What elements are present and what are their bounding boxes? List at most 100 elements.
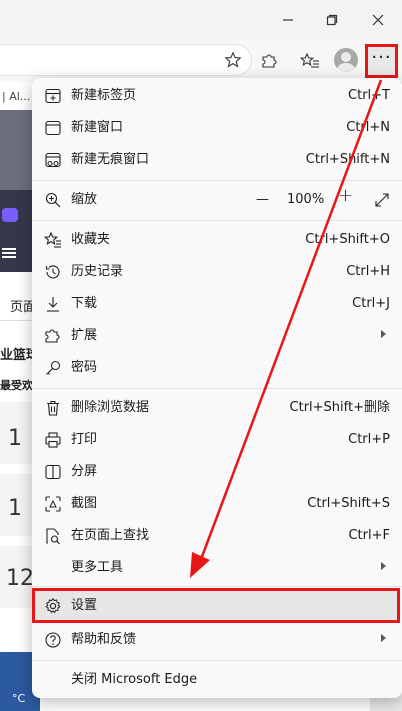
key-icon [44, 359, 62, 377]
score-value: 1 [8, 426, 22, 451]
menu-shortcut: Ctrl+P [348, 432, 390, 447]
profile-avatar[interactable] [334, 48, 358, 72]
trash-icon [44, 399, 62, 417]
star-add-icon [224, 51, 242, 68]
menu-zoom: 缩放 — 100% + [32, 184, 402, 216]
page-subheading: 最受欢 [0, 379, 33, 392]
menu-history[interactable]: 历史记录 Ctrl+H [32, 256, 402, 288]
screenshot-icon [44, 495, 62, 513]
zoom-out-button[interactable]: — [256, 192, 269, 208]
score-value: 12 [6, 566, 34, 591]
tab-fragment: | Al... [2, 90, 31, 103]
printer-icon [44, 431, 62, 449]
settings-and-more-menu: 新建标签页 Ctrl+T 新建窗口 Ctrl+N 新建无痕窗口 Ctrl+Shi… [32, 78, 402, 698]
menu-label: 密码 [71, 360, 98, 375]
download-icon [44, 295, 62, 313]
favorites-icon [44, 231, 62, 249]
menu-label: 关闭 Microsoft Edge [71, 672, 198, 687]
menu-shortcut: Ctrl+Shift+O [305, 232, 390, 247]
menu-more-tools[interactable]: 更多工具 [32, 552, 402, 584]
favorite-star-button[interactable] [218, 45, 248, 75]
menu-shortcut: Ctrl+Shift+S [307, 496, 390, 511]
chevron-right-icon [381, 562, 386, 570]
hamburger-icon[interactable] [2, 248, 16, 250]
find-in-page-icon [44, 527, 62, 545]
menu-label: 帮助和反馈 [71, 632, 137, 647]
menu-separator [32, 220, 402, 221]
restore-button[interactable] [310, 4, 354, 36]
inprivate-icon [44, 151, 62, 169]
close-icon [372, 14, 384, 26]
more-icon: ··· [371, 47, 392, 68]
menu-split-screen[interactable]: 分屏 [32, 456, 402, 488]
minimize-icon [283, 19, 293, 21]
menu-label: 新建标签页 [71, 88, 137, 103]
menu-settings[interactable]: 设置 [32, 590, 402, 622]
menu-shortcut: Ctrl+T [348, 88, 390, 103]
chevron-right-icon [381, 634, 386, 642]
temperature: °C [12, 692, 26, 705]
menu-separator [32, 586, 402, 587]
close-window-button[interactable] [356, 4, 400, 36]
minimize-button[interactable] [266, 4, 310, 36]
menu-new-inprivate[interactable]: 新建无痕窗口 Ctrl+Shift+N [32, 144, 402, 176]
menu-separator [32, 388, 402, 389]
menu-shortcut: Ctrl+F [348, 528, 390, 543]
menu-passwords[interactable]: 密码 [32, 352, 402, 384]
score-value: 1 [8, 496, 22, 521]
puzzle-icon [262, 54, 277, 68]
menu-new-tab[interactable]: 新建标签页 Ctrl+T [32, 80, 402, 112]
menu-label: 分屏 [71, 464, 98, 479]
menu-label: 在页面上查找 [71, 528, 150, 543]
menu-label: 历史记录 [71, 264, 124, 279]
help-icon [44, 631, 62, 649]
favorites-list-icon [300, 52, 319, 68]
menu-find-on-page[interactable]: 在页面上查找 Ctrl+F [32, 520, 402, 552]
fullscreen-button[interactable] [374, 192, 390, 208]
menu-help-feedback[interactable]: 帮助和反馈 [32, 624, 402, 656]
zoom-in-button[interactable]: + [338, 187, 353, 205]
settings-and-more-button[interactable]: ··· [365, 44, 398, 78]
restore-icon [326, 14, 338, 26]
history-icon [44, 263, 62, 281]
menu-separator [32, 180, 402, 181]
menu-label: 更多工具 [71, 560, 124, 575]
menu-shortcut: Ctrl+Shift+删除 [289, 400, 390, 415]
menu-shortcut: Ctrl+Shift+N [305, 152, 390, 167]
menu-label: 设置 [71, 598, 98, 613]
menu-clear-browsing-data[interactable]: 删除浏览数据 Ctrl+Shift+删除 [32, 392, 402, 424]
menu-new-window[interactable]: 新建窗口 Ctrl+N [32, 112, 402, 144]
menu-label: 新建无痕窗口 [71, 152, 150, 167]
extensions-button[interactable] [254, 46, 284, 76]
menu-shortcut: Ctrl+J [352, 296, 390, 311]
menu-label: 删除浏览数据 [71, 400, 150, 415]
favorites-button[interactable] [295, 46, 325, 76]
menu-label: 缩放 [71, 192, 98, 207]
address-bar[interactable] [0, 44, 252, 76]
new-tab-icon [44, 87, 62, 105]
menu-extensions[interactable]: 扩展 [32, 320, 402, 352]
gamepad-icon [2, 208, 18, 222]
menu-label: 下载 [71, 296, 98, 311]
chevron-right-icon [381, 330, 386, 338]
menu-label: 打印 [71, 432, 98, 447]
puzzle-icon [44, 327, 62, 345]
menu-shortcut: Ctrl+H [346, 264, 390, 279]
fullscreen-icon [375, 193, 389, 207]
menu-screenshot[interactable]: 截图 Ctrl+Shift+S [32, 488, 402, 520]
split-screen-icon [44, 463, 62, 481]
menu-downloads[interactable]: 下载 Ctrl+J [32, 288, 402, 320]
menu-favorites[interactable]: 收藏夹 Ctrl+Shift+O [32, 224, 402, 256]
zoom-icon [44, 191, 62, 209]
menu-label: 收藏夹 [71, 232, 111, 247]
menu-label: 扩展 [71, 328, 98, 343]
menu-shortcut: Ctrl+N [346, 120, 390, 135]
menu-separator [32, 660, 402, 661]
title-bar [0, 0, 402, 40]
gear-icon [44, 597, 62, 615]
new-window-icon [44, 119, 62, 137]
zoom-level: 100% [287, 192, 325, 207]
menu-label: 新建窗口 [71, 120, 124, 135]
menu-close-edge[interactable]: 关闭 Microsoft Edge [32, 664, 402, 696]
menu-print[interactable]: 打印 Ctrl+P [32, 424, 402, 456]
